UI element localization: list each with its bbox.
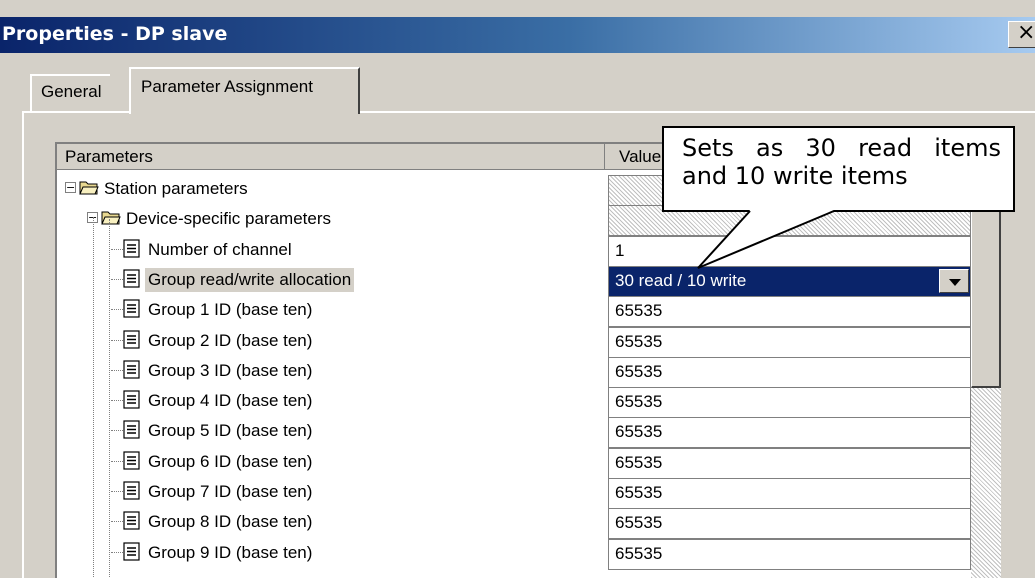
callout-pointer — [697, 210, 835, 269]
properties-dialog: Properties - DP slave × General Paramete… — [0, 0, 1035, 578]
